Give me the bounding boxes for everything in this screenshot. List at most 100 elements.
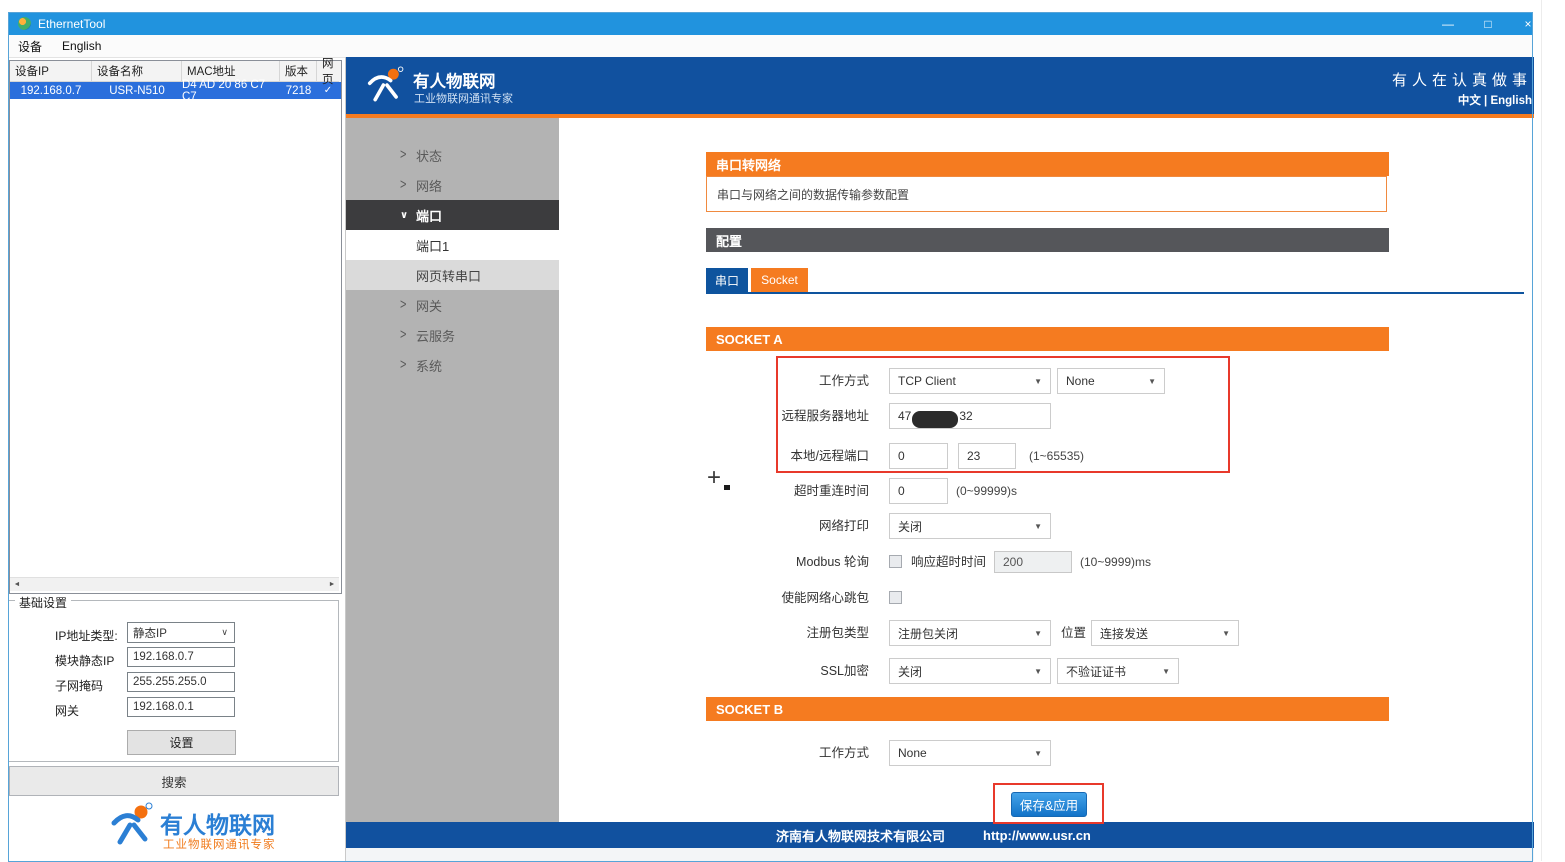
modbus-timeout-label: 响应超时时间 — [911, 549, 986, 575]
ip-type-label: IP地址类型: — [55, 627, 118, 644]
tab-underline — [706, 292, 1524, 294]
sidebar-item-network[interactable]: > 网络 — [346, 170, 559, 200]
chevron-down-icon: ∨ — [221, 627, 228, 638]
ports-label: 本地/远程端口 — [706, 443, 869, 469]
subnet-mask-label: 子网掩码 — [55, 677, 103, 694]
chevron-right-icon: > — [400, 147, 406, 163]
heartbeat-label: 使能网络心跳包 — [706, 585, 869, 611]
close-icon[interactable]: × — [1508, 12, 1548, 35]
net-print-label: 网络打印 — [706, 513, 869, 539]
crop-cursor-icon: + — [707, 467, 737, 497]
web-config-view: 有人物联网 工业物联网通讯专家 有人在认真做事 中文 | English > 状… — [345, 57, 1534, 861]
web-brand-slogan: 工业物联网通讯专家 — [414, 90, 513, 106]
sidebar-item-status[interactable]: > 状态 — [346, 140, 559, 170]
scroll-left-icon[interactable]: ◄ — [10, 578, 24, 591]
tab-serial[interactable]: 串口 — [706, 268, 748, 292]
socket-b-banner: SOCKET B — [706, 697, 1389, 721]
maximize-icon[interactable]: □ — [1468, 12, 1508, 35]
ports-hint: (1~65535) — [1029, 443, 1084, 469]
socket-b-work-mode-select[interactable]: None ▼ — [889, 740, 1051, 766]
web-header — [346, 57, 1534, 114]
cell-version: 7218 — [280, 82, 317, 99]
remote-addr-input[interactable]: 4732 — [889, 403, 1051, 429]
usr-logo-icon — [110, 802, 156, 850]
language-switch[interactable]: 中文 | English — [1458, 92, 1532, 108]
work-mode-option-select[interactable]: None ▼ — [1057, 368, 1165, 394]
chevron-right-icon: > — [400, 327, 406, 343]
desktop-divider — [1541, 0, 1542, 861]
col-device-name[interactable]: 设备名称 — [92, 61, 182, 82]
ssl-select[interactable]: 关闭 ▼ — [889, 658, 1051, 684]
reg-packet-pos-select[interactable]: 连接发送 ▼ — [1091, 620, 1239, 646]
search-button[interactable]: 搜索 — [9, 766, 339, 796]
webpage-link-icon[interactable]: ✓ — [317, 82, 339, 99]
web-footer: 济南有人物联网技术有限公司 http://www.usr.cn — [346, 822, 1534, 848]
cell-device-ip: 192.168.0.7 — [10, 82, 92, 99]
dropdown-arrow-icon: ▼ — [1034, 749, 1042, 758]
ip-type-select[interactable]: 静态IP ∨ — [127, 622, 235, 643]
remote-port-input[interactable]: 23 — [958, 443, 1016, 469]
menu-english[interactable]: English — [52, 35, 111, 57]
menu-device[interactable]: 设备 — [8, 35, 52, 57]
window-controls: — □ × — [1428, 12, 1548, 35]
reg-packet-select[interactable]: 注册包关闭 ▼ — [889, 620, 1051, 646]
usr-logo-title: 有人物联网 — [160, 806, 275, 840]
scroll-right-icon[interactable]: ► — [325, 578, 339, 591]
net-print-select[interactable]: 关闭 ▼ — [889, 513, 1051, 539]
sidebar-item-web2serial[interactable]: 网页转串口 — [346, 260, 559, 290]
footer-company: 济南有人物联网技术有限公司 — [776, 826, 945, 845]
col-webpage[interactable]: 网页 — [317, 61, 339, 82]
sidebar-item-port[interactable]: ∨ 端口 — [346, 200, 559, 230]
socket-b-work-mode-label: 工作方式 — [706, 740, 869, 766]
minimize-icon[interactable]: — — [1428, 12, 1468, 35]
heartbeat-checkbox[interactable] — [889, 591, 902, 604]
tab-socket[interactable]: Socket — [751, 268, 808, 292]
cell-mac: D4 AD 20 86 C7 C7 — [182, 82, 280, 99]
reconnect-input[interactable]: 0 — [889, 478, 948, 504]
ip-type-value: 静态IP — [133, 625, 167, 641]
app-icon — [18, 17, 31, 30]
footer-url[interactable]: http://www.usr.cn — [983, 828, 1091, 843]
device-list: 设备IP 设备名称 MAC地址 版本 网页 192.168.0.7 USR-N5… — [9, 60, 342, 594]
dropdown-arrow-icon: ▼ — [1162, 667, 1170, 676]
col-version[interactable]: 版本 — [280, 61, 317, 82]
reg-packet-pos-label: 位置 — [1061, 620, 1086, 646]
sidebar-item-gateway[interactable]: > 网关 — [346, 290, 559, 320]
save-apply-button[interactable]: 保存&应用 — [1011, 792, 1087, 817]
work-mode-label: 工作方式 — [706, 368, 869, 394]
sidebar-item-system[interactable]: > 系统 — [346, 350, 559, 380]
dropdown-arrow-icon: ▼ — [1034, 629, 1042, 638]
dropdown-arrow-icon: ▼ — [1148, 377, 1156, 386]
dropdown-arrow-icon: ▼ — [1034, 377, 1042, 386]
device-list-header: 设备IP 设备名称 MAC地址 版本 网页 — [10, 61, 341, 82]
web-brand-name: 有人物联网 — [413, 68, 496, 92]
local-port-input[interactable]: 0 — [889, 443, 948, 469]
basic-settings-legend: 基础设置 — [15, 594, 71, 611]
work-mode-select[interactable]: TCP Client ▼ — [889, 368, 1051, 394]
gateway-field[interactable]: 192.168.0.1 — [127, 697, 235, 717]
subnet-mask-field[interactable]: 255.255.255.0 — [127, 672, 235, 692]
modbus-checkbox[interactable] — [889, 555, 902, 568]
usr-logo-subtitle: 工业物联网通讯专家 — [163, 836, 276, 852]
menu-bar: 设备 English — [8, 35, 1533, 58]
footer-padding — [346, 848, 1534, 861]
chevron-right-icon: > — [400, 177, 406, 193]
header-motto: 有人在认真做事 — [1392, 69, 1532, 90]
redaction-blob — [912, 411, 958, 428]
chevron-right-icon: > — [400, 357, 406, 373]
table-row[interactable]: 192.168.0.7 USR-N510 D4 AD 20 86 C7 C7 7… — [10, 82, 341, 99]
col-device-ip[interactable]: 设备IP — [10, 61, 92, 82]
ssl-verify-select[interactable]: 不验证证书 ▼ — [1057, 658, 1179, 684]
reg-packet-label: 注册包类型 — [706, 620, 869, 646]
sidebar-item-port1[interactable]: 端口1 — [346, 230, 559, 260]
window-titlebar: EthernetTool — [8, 12, 1533, 35]
modbus-hint: (10~9999)ms — [1080, 549, 1151, 575]
set-button[interactable]: 设置 — [127, 730, 236, 755]
sidebar-item-cloud[interactable]: > 云服务 — [346, 320, 559, 350]
horizontal-scrollbar[interactable]: ◄ ► — [10, 577, 339, 591]
socket-a-banner: SOCKET A — [706, 327, 1389, 351]
page-title-banner: 串口转网络 — [706, 152, 1389, 176]
window-title: EthernetTool — [38, 17, 105, 31]
chevron-right-icon: > — [400, 297, 406, 313]
static-ip-field[interactable]: 192.168.0.7 — [127, 647, 235, 667]
